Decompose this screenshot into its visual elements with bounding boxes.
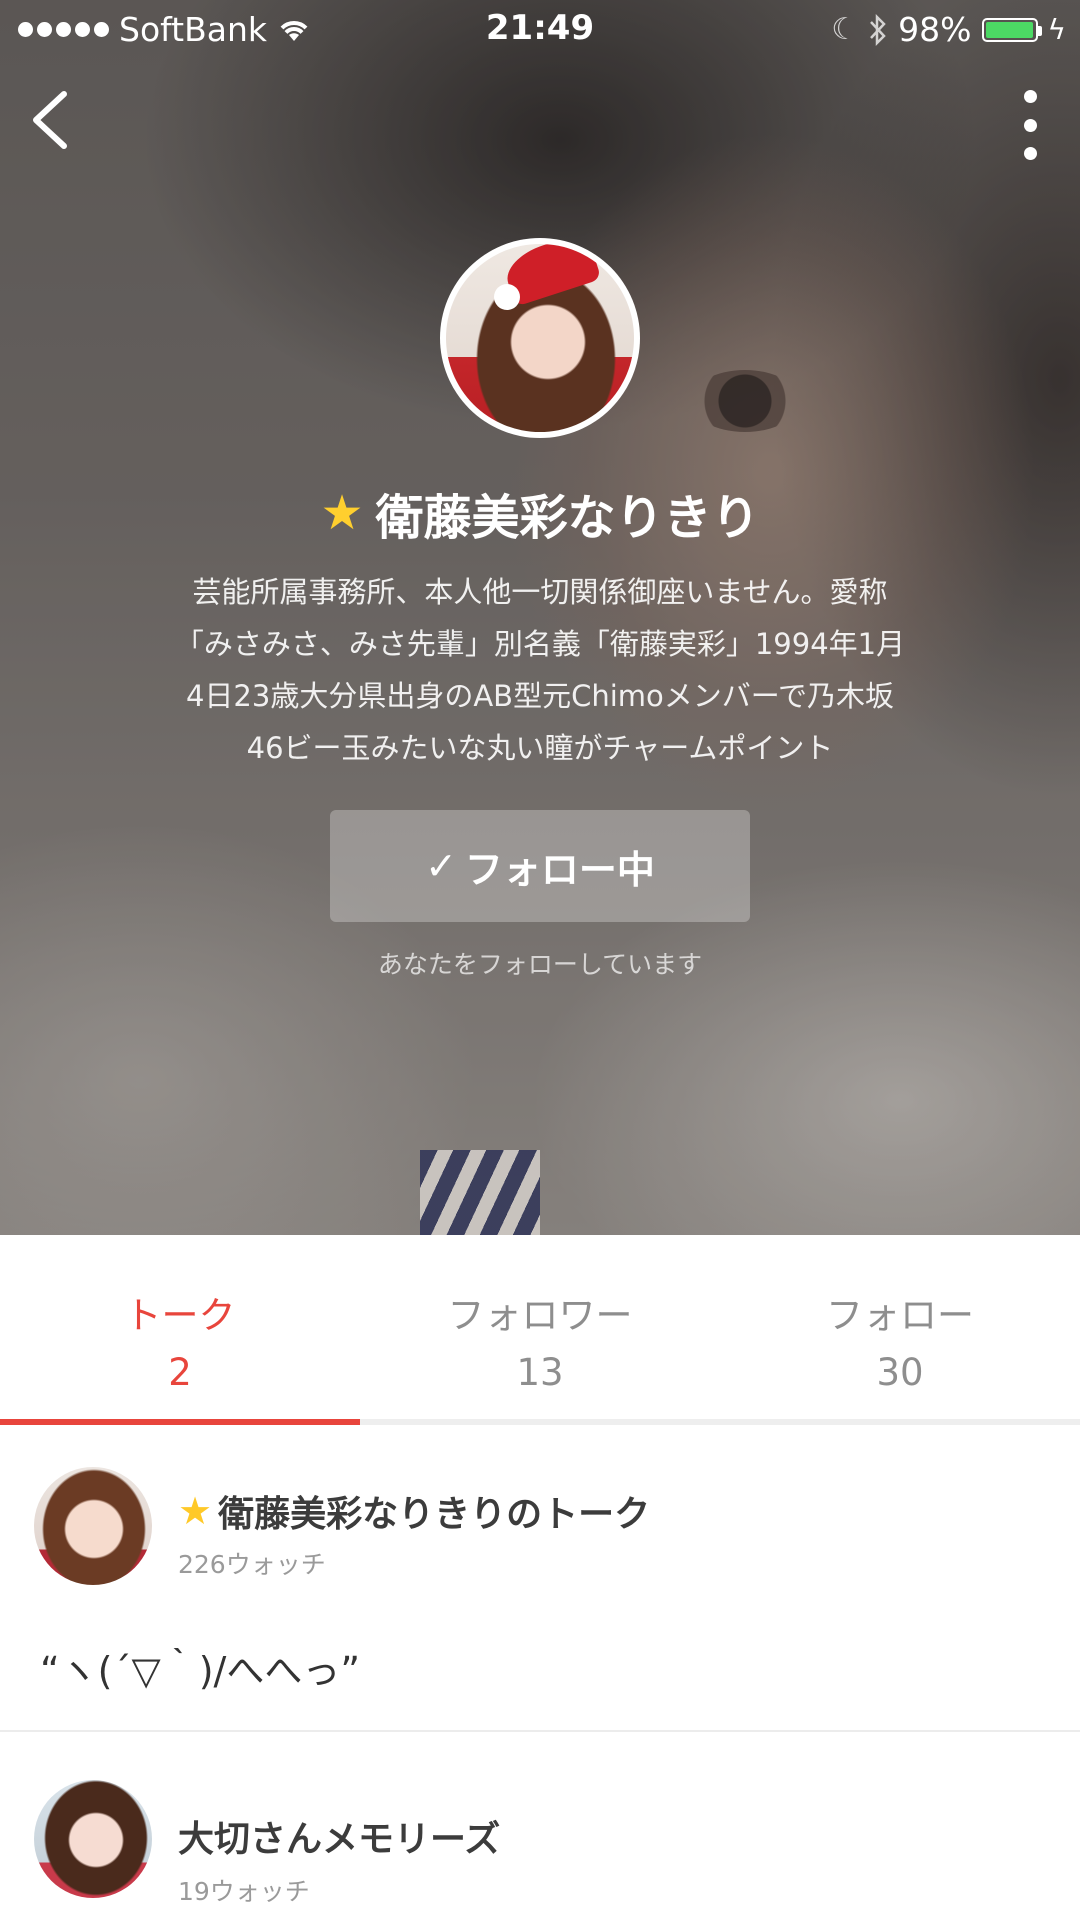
battery-percent: 98% (898, 10, 972, 49)
more-options-button[interactable] (1010, 90, 1050, 160)
back-button[interactable] (28, 88, 88, 158)
talk-title-text: 大切さんメモリーズ (178, 1819, 501, 1860)
talk-avatar (34, 1780, 152, 1898)
tab-followers[interactable]: フォロワー 13 (360, 1285, 720, 1394)
bio-line: 芸能所属事務所、本人他一切関係御座いません。愛称 (192, 575, 888, 609)
talk-watch-count: 226ウォッチ (178, 1550, 326, 1579)
cover-photo-detail (690, 370, 800, 432)
cover-photo-detail (420, 1150, 540, 1235)
battery-level (985, 21, 1033, 38)
vertical-ellipsis-icon (1023, 90, 1037, 103)
bluetooth-icon (870, 13, 886, 46)
profile-bio: 芸能所属事務所、本人他一切関係御座いません。愛称 「みさみさ、みさ先輩」別名義「… (130, 566, 950, 774)
talk-watch-count: 19ウォッチ (178, 1877, 310, 1906)
talk-list-item[interactable]: ★ 衛藤美彩なりきりのトーク 226ウォッチ “ヽ(´▽｀)/へへっ” (0, 1425, 1080, 1730)
profile-name-text: 衛藤美彩なりきり (375, 490, 760, 546)
profile-tabs: トーク 2 フォロワー 13 フォロー 30 (0, 1235, 1080, 1425)
bio-line: 46ビー玉みたいな丸い瞳がチャームポイント (246, 731, 834, 765)
tab-talk[interactable]: トーク 2 (0, 1285, 360, 1394)
talk-list-item[interactable]: 大切さんメモリーズ 19ウォッチ (0, 1732, 1080, 1920)
status-bar: SoftBank 21:49 ☾ 98% ϟ (0, 0, 1080, 60)
tab-label: トーク (124, 1294, 236, 1337)
talk-title: 大切さんメモリーズ (178, 1810, 500, 1862)
star-icon: ★ (178, 1489, 213, 1533)
profile-avatar[interactable] (440, 238, 640, 438)
star-icon: ★ (320, 485, 364, 541)
bio-line: 「みさみさ、みさ先輩」別名義「衛藤実彩」1994年1月 (174, 627, 906, 661)
talk-title-text: 衛藤美彩なりきりのトーク (218, 1494, 651, 1535)
avatar-image (446, 244, 634, 432)
charging-icon: ϟ (1047, 13, 1066, 46)
status-right: ☾ 98% ϟ (831, 10, 1066, 49)
chevron-left-icon (33, 91, 67, 149)
following-button[interactable]: ✓ フォロー中 (330, 810, 750, 922)
following-label: フォロー中 (464, 847, 655, 892)
tab-count: 30 (876, 1351, 924, 1394)
talk-title: ★ 衛藤美彩なりきりのトーク (178, 1485, 650, 1537)
follows-you-note: あなたをフォローしています (377, 950, 703, 979)
profile-name: ★ 衛藤美彩なりきり (0, 478, 1080, 548)
tab-label: フォロー (826, 1294, 974, 1337)
tab-following[interactable]: フォロー 30 (720, 1285, 1080, 1394)
tab-count: 13 (516, 1351, 564, 1394)
tab-label: フォロワー (447, 1294, 633, 1337)
battery-icon (981, 17, 1042, 42)
moon-icon: ☾ (831, 12, 859, 47)
talk-avatar (34, 1467, 152, 1585)
tab-count: 2 (168, 1351, 192, 1394)
bio-line: 4日23歳大分県出身のAB型元Chimoメンバーで乃木坂 (185, 679, 895, 713)
talk-snippet: “ヽ(´▽｀)/へへっ” (40, 1649, 361, 1693)
checkmark-icon: ✓ (425, 844, 457, 888)
